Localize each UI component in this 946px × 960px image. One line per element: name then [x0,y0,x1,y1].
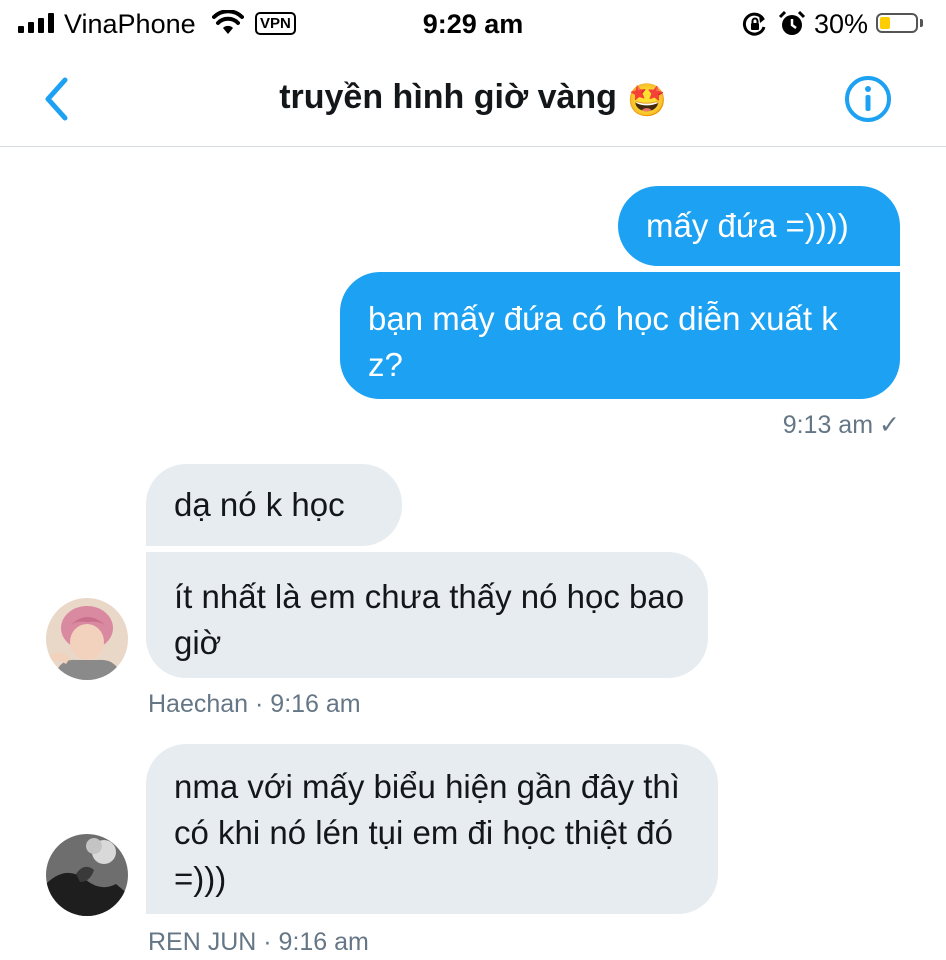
avatar-image [46,598,128,680]
conversation-header: truyền hình giờ vàng 🤩 [0,50,946,147]
alarm-icon [778,10,806,35]
message-time: 9:13 am [782,411,874,439]
avatar-renjun[interactable] [46,834,128,916]
outgoing-message[interactable]: bạn mấy đứa có học diễn xuất k z? [340,272,900,399]
info-icon [845,76,891,122]
avatar-image [46,834,128,916]
outgoing-message-meta: 9:13 am ✓ [783,410,900,440]
status-bar: VinaPhone VPN 9:29 am 30% [0,0,946,50]
outgoing-message[interactable]: mấy đứa =)))) [618,186,900,266]
battery-cap [920,19,923,27]
incoming-message[interactable]: nma với mấy biểu hiện gần đây thì có khi… [146,744,718,914]
conversation-title[interactable]: truyền hình giờ vàng 🤩 [0,78,946,119]
sent-check-icon: ✓ [879,411,900,439]
star-struck-emoji: 🤩 [626,82,667,118]
incoming-message-meta: Haechan · 9:16 am [148,690,361,718]
incoming-message[interactable]: dạ nó k học [146,464,402,546]
battery-icon [876,13,918,33]
battery-percentage: 30% [814,9,869,39]
avatar-haechan[interactable] [46,598,128,680]
conversation-title-text: truyền hình giờ vàng [279,78,617,116]
orientation-lock-icon [742,12,766,36]
info-button[interactable] [843,74,893,124]
incoming-message[interactable]: ít nhất là em chưa thấy nó học bao giờ [146,552,708,678]
battery-fill [880,17,890,29]
incoming-message-meta: REN JUN · 9:16 am [148,928,369,956]
